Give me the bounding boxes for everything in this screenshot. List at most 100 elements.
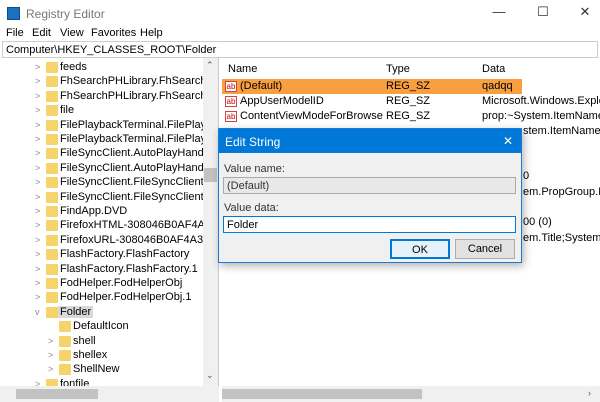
value-data-partial: em.PropGroup.De	[523, 186, 600, 198]
folder-icon	[46, 278, 58, 289]
tree-item-label: FodHelper.FodHelperObj.1	[60, 291, 192, 304]
tree-item-label: FlashFactory.FlashFactory.1	[60, 262, 198, 275]
value-name: (Default)	[240, 80, 283, 92]
tree-item-label: FilePlaybackTerminal.FilePlayback	[60, 118, 219, 131]
value-data-label: Value data:	[224, 202, 279, 214]
address-bar[interactable]: Computer\HKEY_CLASSES_ROOT\Folder	[2, 41, 598, 58]
value-data-partial: 00 (0)	[523, 216, 552, 228]
value-row[interactable]: ab (Default) REG_SZ qadqq	[222, 79, 522, 94]
folder-icon	[46, 162, 58, 174]
tree-item-label: FirefoxHTML-308046B0AF4A39CB	[60, 219, 219, 232]
value-name: ContentViewModeForBrowse	[240, 110, 383, 122]
value-type: REG_SZ	[386, 110, 431, 122]
tree-item-label: FhSearchPHLibrary.FhSearchProto	[60, 89, 219, 102]
value-type: REG_SZ	[386, 95, 431, 107]
column-header-type[interactable]: Type	[386, 63, 410, 75]
dialog-title-bar: Edit String ✕	[219, 129, 521, 153]
tree-item-label: FileSyncClient.AutoPlayHandler	[60, 147, 216, 160]
column-header-name[interactable]: Name	[228, 63, 257, 75]
string-value-icon: ab	[225, 81, 237, 92]
scroll-thumb[interactable]	[204, 168, 217, 182]
close-button[interactable]: ✕	[570, 4, 600, 22]
value-type: REG_SZ	[386, 80, 431, 92]
tree-item-label: FileSyncClient.FileSyncClient.1	[60, 190, 213, 203]
value-row[interactable]: ab AppUserModelID REG_SZ Microsoft.Windo…	[222, 94, 600, 109]
scroll-up-icon[interactable]: ⌃	[206, 60, 214, 71]
chevron-right-icon[interactable]: >	[35, 62, 40, 72]
folder-icon	[46, 249, 58, 261]
cancel-button[interactable]: Cancel	[455, 239, 515, 259]
chevron-right-icon[interactable]: >	[35, 134, 40, 144]
scroll-down-icon[interactable]: ⌄	[206, 370, 214, 381]
folder-icon	[46, 105, 58, 117]
menu-bar: File Edit View Favorites Help	[0, 27, 600, 41]
chevron-right-icon[interactable]: >	[35, 177, 40, 187]
folder-icon	[59, 335, 71, 347]
string-value-icon: ab	[225, 111, 237, 122]
values-horizontal-scrollbar[interactable]: ›	[222, 386, 600, 402]
chevron-right-icon[interactable]: >	[48, 364, 53, 374]
chevron-right-icon[interactable]: >	[35, 91, 40, 101]
folder-icon	[46, 76, 58, 88]
value-row[interactable]: ab ContentViewModeForBrowse REG_SZ prop:…	[222, 109, 600, 124]
value-data: prop:~System.ItemNameDi	[482, 110, 600, 122]
menu-favorites[interactable]: Favorites	[91, 27, 136, 39]
tree-item-label: DefaultIcon	[73, 320, 129, 333]
tree-item-label: shell	[73, 334, 96, 347]
tree-item-label: FhSearchPHLibrary.FhSearchProto	[60, 75, 219, 88]
chevron-down-icon[interactable]: v	[35, 307, 40, 317]
tree-item-label: FileSyncClient.AutoPlayHandler.1	[60, 161, 219, 174]
chevron-right-icon[interactable]: >	[35, 249, 40, 259]
folder-icon	[46, 62, 58, 73]
chevron-right-icon[interactable]: >	[35, 105, 40, 115]
tree-item-label: Folder	[58, 305, 94, 318]
folder-icon	[46, 234, 58, 246]
menu-edit[interactable]: Edit	[32, 27, 51, 39]
chevron-right-icon[interactable]: >	[35, 192, 40, 202]
tree-horizontal-scrollbar[interactable]	[0, 386, 219, 402]
value-data-input[interactable]: Folder	[223, 216, 516, 233]
minimize-button[interactable]: —	[484, 4, 514, 22]
tree-item-label: FirefoxURL-308046B0AF4A39CB	[60, 233, 219, 246]
chevron-right-icon[interactable]: >	[35, 163, 40, 173]
folder-icon	[46, 206, 58, 217]
window-title: Registry Editor	[26, 7, 105, 21]
tree-vertical-scrollbar[interactable]: ⌃ ⌄	[203, 58, 218, 386]
chevron-right-icon[interactable]: >	[35, 235, 40, 245]
folder-icon	[46, 148, 58, 160]
tree-item-label: FodHelper.FodHelperObj	[60, 277, 183, 289]
folder-icon	[46, 177, 58, 189]
value-data: qadqq	[482, 80, 513, 92]
chevron-right-icon[interactable]: >	[35, 292, 40, 302]
menu-view[interactable]: View	[60, 27, 84, 39]
chevron-right-icon[interactable]: >	[35, 76, 40, 86]
scroll-right-icon[interactable]: ›	[588, 388, 591, 398]
menu-file[interactable]: File	[6, 27, 24, 39]
chevron-right-icon[interactable]: >	[35, 120, 40, 130]
folder-icon	[46, 306, 58, 318]
value-name-field: (Default)	[223, 177, 516, 194]
value-data-partial: 0	[523, 170, 530, 182]
ok-button[interactable]: OK	[390, 239, 450, 259]
scroll-thumb[interactable]	[16, 389, 98, 399]
chevron-right-icon[interactable]: >	[35, 220, 40, 230]
value-name-label: Value name:	[224, 163, 285, 175]
dialog-close-button[interactable]: ✕	[503, 134, 513, 148]
chevron-right-icon[interactable]: >	[35, 206, 40, 216]
scroll-thumb[interactable]	[222, 389, 422, 399]
tree-item-label: FlashFactory.FlashFactory	[60, 248, 190, 261]
folder-icon	[46, 220, 58, 232]
tree-item-label: feeds	[60, 61, 87, 73]
value-name: AppUserModelID	[240, 95, 324, 107]
column-header-data[interactable]: Data	[482, 63, 505, 75]
edit-string-dialog: Edit String ✕ Value name: (Default) Valu…	[218, 128, 522, 263]
maximize-button[interactable]: ☐	[528, 4, 558, 22]
chevron-right-icon[interactable]: >	[35, 264, 40, 274]
folder-icon	[59, 321, 71, 333]
chevron-right-icon[interactable]: >	[35, 278, 40, 288]
chevron-right-icon[interactable]: >	[48, 350, 53, 360]
folder-icon	[59, 350, 71, 361]
menu-help[interactable]: Help	[140, 27, 163, 39]
chevron-right-icon[interactable]: >	[35, 148, 40, 158]
chevron-right-icon[interactable]: >	[48, 336, 53, 346]
